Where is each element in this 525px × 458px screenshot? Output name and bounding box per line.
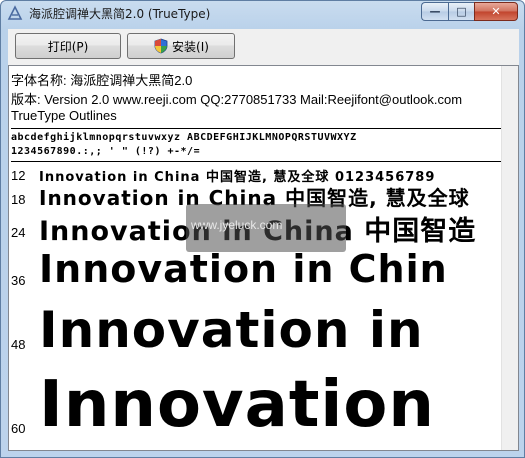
minimize-button[interactable]: —: [421, 2, 448, 21]
toolbar: 打印(P) 安装(I): [8, 29, 519, 65]
shield-icon: [154, 38, 168, 54]
size-label-12: 12: [11, 168, 26, 183]
close-button[interactable]: ✕: [474, 2, 518, 21]
minimize-icon: —: [429, 5, 441, 18]
divider: [11, 161, 501, 162]
print-button-label: 打印(P): [47, 39, 89, 54]
install-button-label: 安装(I): [172, 39, 209, 54]
size-label-60: 60: [11, 421, 26, 436]
sample-text-48: Innovation in: [39, 301, 424, 359]
divider: [11, 128, 501, 129]
sample-text-60: Innovation: [39, 368, 435, 442]
size-label-24: 24: [11, 225, 26, 240]
font-app-icon: [7, 5, 23, 20]
font-viewer-window: 海派腔调禅大黑简2.0 (TrueType) — □ ✕ 打印(P) 安装(I)…: [0, 0, 525, 458]
maximize-button[interactable]: □: [448, 2, 474, 21]
vertical-scrollbar[interactable]: [501, 66, 518, 450]
font-name-line: 字体名称: 海派腔调禅大黑简2.0: [11, 73, 193, 88]
maximize-icon: □: [456, 5, 467, 18]
window-title: 海派腔调禅大黑简2.0 (TrueType): [29, 7, 211, 21]
sample-text-36: Innovation in Chin: [39, 247, 448, 291]
font-version-line: 版本: Version 2.0 www.reeji.com QQ:2770851…: [11, 92, 463, 107]
size-label-18: 18: [11, 192, 26, 207]
window-controls: — □ ✕: [421, 2, 518, 21]
close-icon: ✕: [491, 5, 501, 18]
charset-digits: 1234567890.:,; ' " (!?) +-*/=: [11, 146, 201, 157]
install-button[interactable]: 安装(I): [127, 33, 235, 59]
watermark-text: www.jyeluck.com: [191, 218, 283, 232]
font-preview-panel[interactable]: 字体名称: 海派腔调禅大黑简2.0 版本: Version 2.0 www.re…: [8, 65, 519, 451]
title-bar[interactable]: 海派腔调禅大黑简2.0 (TrueType) — □ ✕: [1, 1, 524, 27]
print-button[interactable]: 打印(P): [15, 33, 121, 59]
font-type-line: TrueType Outlines: [11, 108, 117, 123]
size-label-48: 48: [11, 337, 26, 352]
charset-letters: abcdefghijklmnopqrstuvwxyz ABCDEFGHIJKLM…: [11, 132, 357, 143]
size-label-36: 36: [11, 273, 26, 288]
